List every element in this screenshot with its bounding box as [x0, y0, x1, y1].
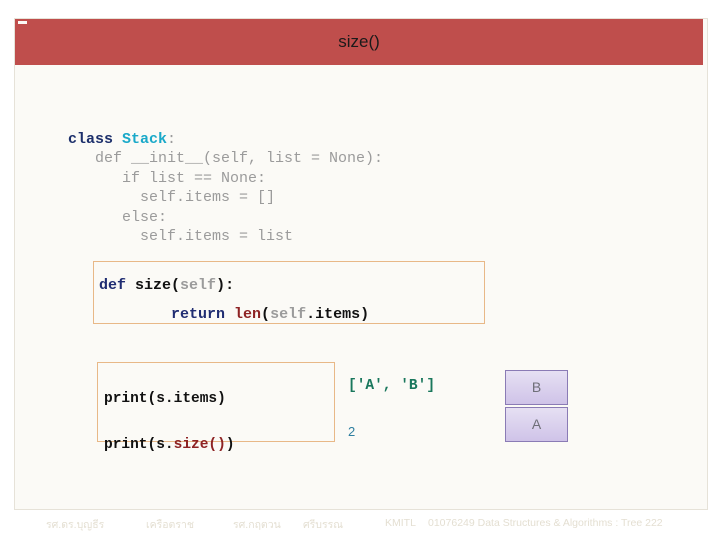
code-block-size-method: def size(self): return len(self.items) — [99, 271, 369, 329]
code-line: def __init__(self, list = None): — [68, 149, 383, 168]
footer-course: 01076249 Data Structures & Algorithms : … — [428, 517, 663, 529]
code-line: return len(self.items) — [99, 300, 369, 329]
code-line: def size(self): — [99, 271, 369, 300]
code-block-print-statements: print(s.items) print(s.size()) — [104, 376, 235, 468]
footer-institution: KMITL — [385, 517, 416, 529]
code-token: size() — [173, 437, 226, 453]
code-token: self.items = list — [68, 228, 294, 246]
footer-author-1-surname: เครือตราช — [146, 519, 195, 531]
code-token: len — [234, 306, 262, 323]
code-token: def — [99, 277, 136, 294]
code-token: ): — [216, 277, 235, 294]
code-token: print(s. — [104, 437, 174, 453]
code-line: else: — [68, 208, 383, 227]
page-title: size() — [338, 32, 380, 51]
code-token: return — [171, 306, 235, 323]
code-token: class — [68, 131, 123, 148]
slide-root: size() class Stack: def __init__(self, l… — [0, 0, 720, 540]
code-token: else: — [68, 208, 168, 226]
stack-cell-bottom: A — [505, 407, 568, 442]
code-line: print(s.size()) — [104, 422, 235, 468]
footer-author-2: รศ.กฤตวน — [233, 519, 281, 531]
code-line: print(s.items) — [104, 376, 235, 422]
code-token: ( — [261, 306, 271, 323]
code-line: if list == None: — [68, 169, 383, 188]
code-token: self — [180, 277, 217, 294]
code-token: def __init__(self, list = None): — [68, 150, 384, 168]
code-token: ) — [225, 437, 235, 453]
code-token: .items — [306, 306, 361, 323]
code-token: print(s.items) — [104, 391, 226, 407]
code-token: ) — [360, 306, 370, 323]
code-token: Stack — [122, 131, 168, 148]
code-token: if list == None: — [68, 169, 267, 187]
footer-author-1: รศ.ดร.บุญธีร — [46, 519, 105, 531]
slide-title-band: size() — [15, 19, 703, 65]
code-line: self.items = [] — [68, 188, 383, 207]
code-token: self.items = [] — [68, 189, 276, 207]
stack-cell-top: B — [505, 370, 568, 405]
code-token: ( — [171, 277, 181, 294]
code-line: class Stack: — [68, 130, 383, 149]
footer-author-2-surname: ศรีบรรณ — [303, 519, 343, 531]
code-line: self.items = list — [68, 227, 383, 246]
code-token: size — [135, 277, 172, 294]
slide-footer: รศ.ดร.บุญธีร เครือตราช รศ.กฤตวน ศรีบรรณ … — [0, 515, 720, 537]
code-token: self — [270, 306, 307, 323]
output-size-result: 2 — [348, 424, 356, 439]
output-items-result: ['A', 'B'] — [348, 378, 436, 394]
code-block-class-stack: class Stack: def __init__(self, list = N… — [68, 130, 383, 246]
code-token: : — [167, 131, 177, 148]
